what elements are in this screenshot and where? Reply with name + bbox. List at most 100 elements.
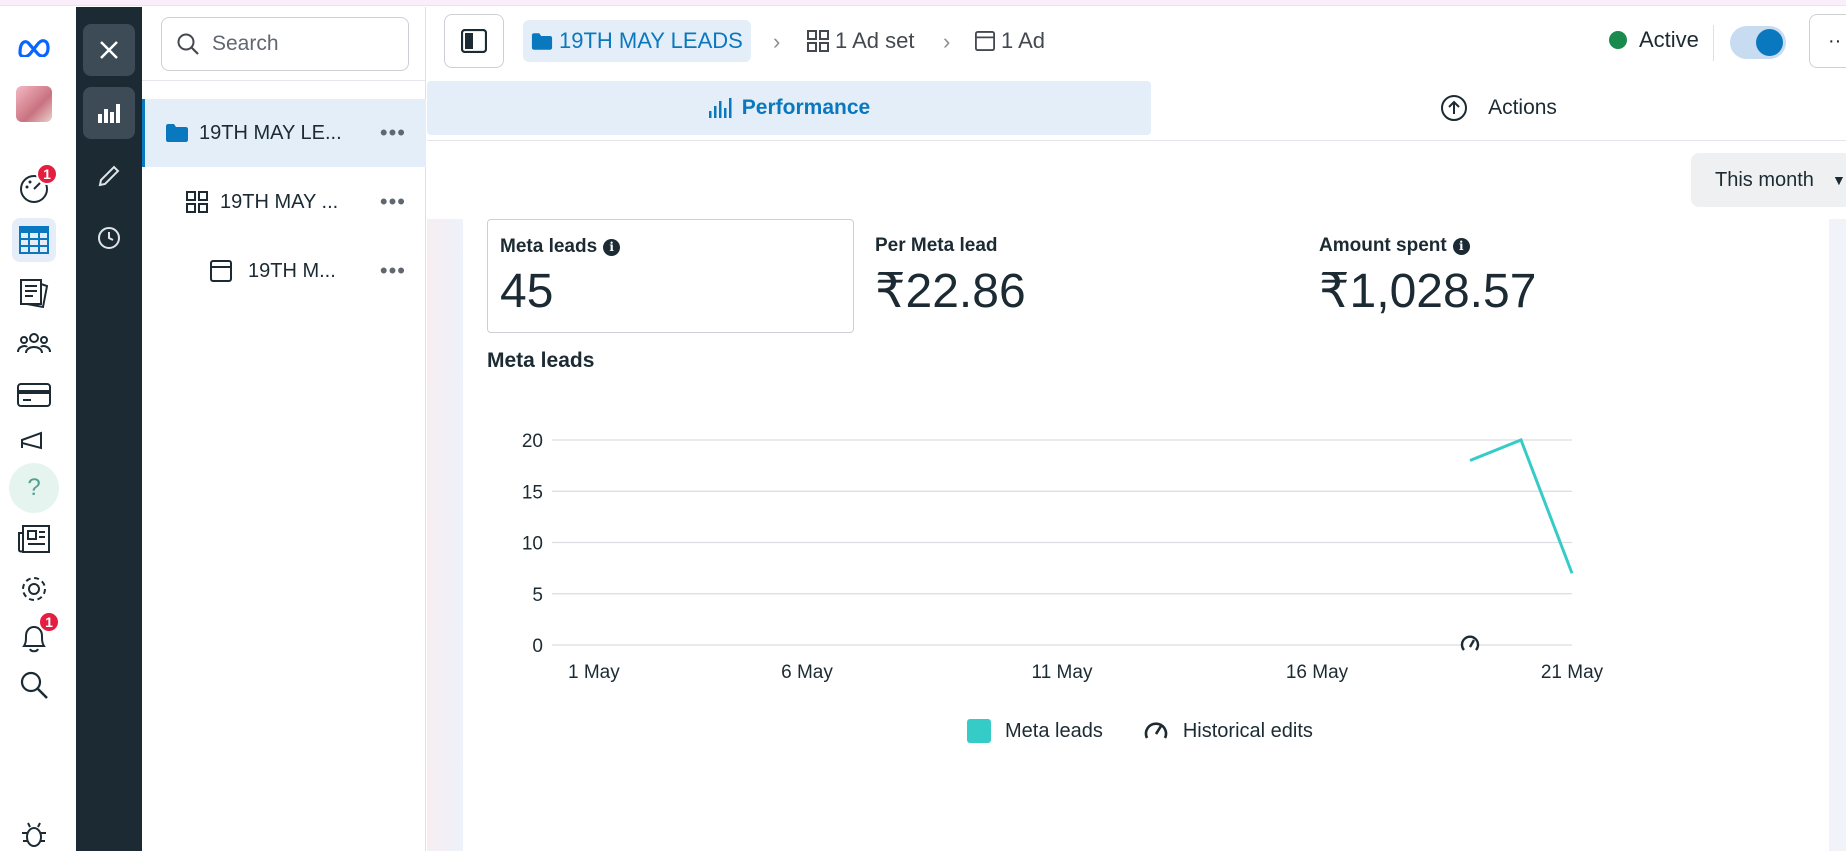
chevron-right-icon: › [773, 29, 781, 54]
status-dot [1609, 31, 1627, 49]
help-icon[interactable]: ? [9, 463, 59, 513]
adset-more-button[interactable]: ••• [380, 189, 406, 215]
folder-icon [166, 124, 188, 142]
metric-card-amount-spent[interactable]: Amount spent i ₹1,028.57 [1307, 219, 1707, 333]
x-tick-label: 16 May [1286, 662, 1349, 683]
breadcrumb-campaign[interactable]: 19TH MAY LEADS [523, 20, 751, 62]
pages-icon[interactable] [12, 271, 56, 315]
performance-chart-icon [708, 98, 732, 118]
tab-performance-label: Performance [741, 96, 871, 119]
adset-grid-icon [186, 191, 208, 213]
meta-leads-line-chart: 0 5 10 15 20 1 May 6 May 11 May 16 May 21 May [522, 431, 1604, 683]
legend-swatch-meta-leads[interactable] [967, 719, 991, 743]
legend-label-meta-leads: Meta leads [1005, 719, 1103, 742]
historical-edit-marker[interactable] [1460, 635, 1480, 654]
x-tick-label: 6 May [781, 662, 833, 683]
campaign-name: 19TH MAY LE... [199, 121, 342, 144]
breadcrumb-adset-label: 1 Ad set [835, 28, 915, 53]
report-bug-icon[interactable] [12, 819, 56, 849]
historical-edits-icon[interactable] [1143, 720, 1169, 742]
history-clock-icon[interactable] [83, 212, 135, 264]
tree-item-campaign[interactable]: 19TH MAY LE... ••• [142, 99, 426, 167]
x-tick-label: 21 May [1541, 662, 1604, 683]
left-nav-rail: 1 ? 1 [0, 7, 76, 851]
more-options-button[interactable]: ·· [1809, 14, 1846, 68]
metric-value: ₹1,028.57 [1319, 265, 1537, 318]
date-range-dropdown[interactable]: This month ▼ [1691, 153, 1846, 207]
news-icon[interactable] [12, 517, 56, 561]
billing-card-icon[interactable] [12, 373, 56, 417]
y-tick-label: 5 [532, 585, 543, 606]
folder-icon [531, 32, 553, 50]
ad-name: 19TH M... [248, 259, 336, 282]
top-bar: 19TH MAY LEADS › 1 Ad set › 1 Ad Active … [427, 7, 1846, 77]
adset-name: 19TH MAY ... [220, 190, 339, 213]
edit-pencil-icon[interactable] [83, 150, 135, 202]
date-range-label: This month [1715, 168, 1814, 191]
notifications-bell-icon[interactable]: 1 [12, 611, 60, 661]
tab-bar: Performance Actions [427, 81, 1846, 141]
tab-performance[interactable]: Performance [427, 81, 1151, 135]
window-top-border [0, 0, 1846, 6]
breadcrumb-adset[interactable]: 1 Ad set [807, 20, 915, 62]
insights-badge: 1 [36, 163, 58, 185]
upload-arrow-circle-icon [1441, 95, 1468, 121]
y-tick-label: 0 [532, 636, 543, 657]
performance-content: Meta leads i 45 Per Meta lead ₹22.86 Amou… [427, 219, 1846, 851]
chart-title: Meta leads [487, 349, 595, 372]
metric-label: Meta leads [500, 236, 598, 257]
tree-item-ad[interactable]: 19TH M... ••• [142, 237, 426, 305]
close-icon[interactable] [83, 24, 135, 76]
insights-gauge-icon[interactable]: 1 [12, 163, 58, 211]
campaign-megaphone-icon[interactable] [12, 419, 56, 463]
tab-actions[interactable]: Actions [1151, 81, 1846, 135]
search-icon [177, 33, 199, 55]
active-toggle[interactable] [1730, 26, 1786, 59]
metric-label: Per Meta lead [875, 235, 998, 256]
delivery-status: Active [1609, 27, 1699, 53]
status-label: Active [1639, 27, 1699, 52]
main-panel: 19TH MAY LEADS › 1 Ad set › 1 Ad Active … [427, 7, 1846, 851]
legend-label-historical-edits: Historical edits [1182, 719, 1313, 742]
y-tick-label: 15 [522, 482, 543, 503]
ad-more-button[interactable]: ••• [380, 258, 406, 284]
search-icon[interactable] [12, 663, 56, 707]
chevron-down-icon: ▼ [1831, 172, 1846, 188]
tab-actions-label: Actions [1488, 96, 1557, 119]
metric-card-per-meta-lead[interactable]: Per Meta lead ₹22.86 [863, 219, 1233, 333]
x-tick-label: 11 May [1032, 662, 1093, 683]
y-tick-label: 20 [522, 431, 543, 452]
toggle-sidebar-button[interactable] [444, 14, 504, 68]
metric-value: 45 [500, 265, 554, 318]
sidebar-panel-icon [461, 29, 487, 53]
editor-tools-column [76, 7, 142, 851]
divider [1713, 25, 1714, 61]
breadcrumb-ad-label: 1 Ad [1001, 28, 1046, 53]
info-icon[interactable]: i [603, 238, 621, 256]
metric-label: Amount spent [1319, 235, 1447, 256]
account-avatar[interactable] [12, 82, 56, 126]
toggle-knob [1756, 29, 1783, 56]
x-tick-label: 1 May [568, 662, 620, 683]
breadcrumb-ad[interactable]: 1 Ad [975, 20, 1045, 62]
performance-chart-icon[interactable] [83, 87, 135, 139]
metric-card-meta-leads[interactable]: Meta leads i 45 [487, 219, 854, 333]
breadcrumb-campaign-label: 19TH MAY LEADS [559, 28, 743, 53]
info-icon[interactable]: i [1452, 237, 1470, 255]
ad-window-icon [975, 31, 995, 51]
audiences-icon[interactable] [12, 321, 56, 365]
series-line-meta-leads [1469, 438, 1574, 574]
chart-legend: Meta leads Historical edits [967, 719, 1313, 743]
tree-item-adset[interactable]: 19TH MAY ... ••• [142, 168, 426, 236]
divider [142, 80, 426, 81]
search-placeholder: Search [212, 32, 279, 55]
ads-manager-table-icon[interactable] [12, 218, 56, 262]
campaign-more-button[interactable]: ••• [380, 120, 406, 146]
campaign-tree-panel: Search 19TH MAY LE... ••• 19TH MAY ... •… [142, 7, 426, 851]
chevron-right-icon: › [943, 29, 951, 54]
notifications-badge: 1 [38, 611, 60, 633]
y-tick-label: 10 [522, 534, 543, 555]
meta-logo-icon[interactable] [12, 25, 56, 69]
search-input[interactable]: Search [161, 17, 409, 71]
settings-gear-icon[interactable] [12, 567, 56, 611]
